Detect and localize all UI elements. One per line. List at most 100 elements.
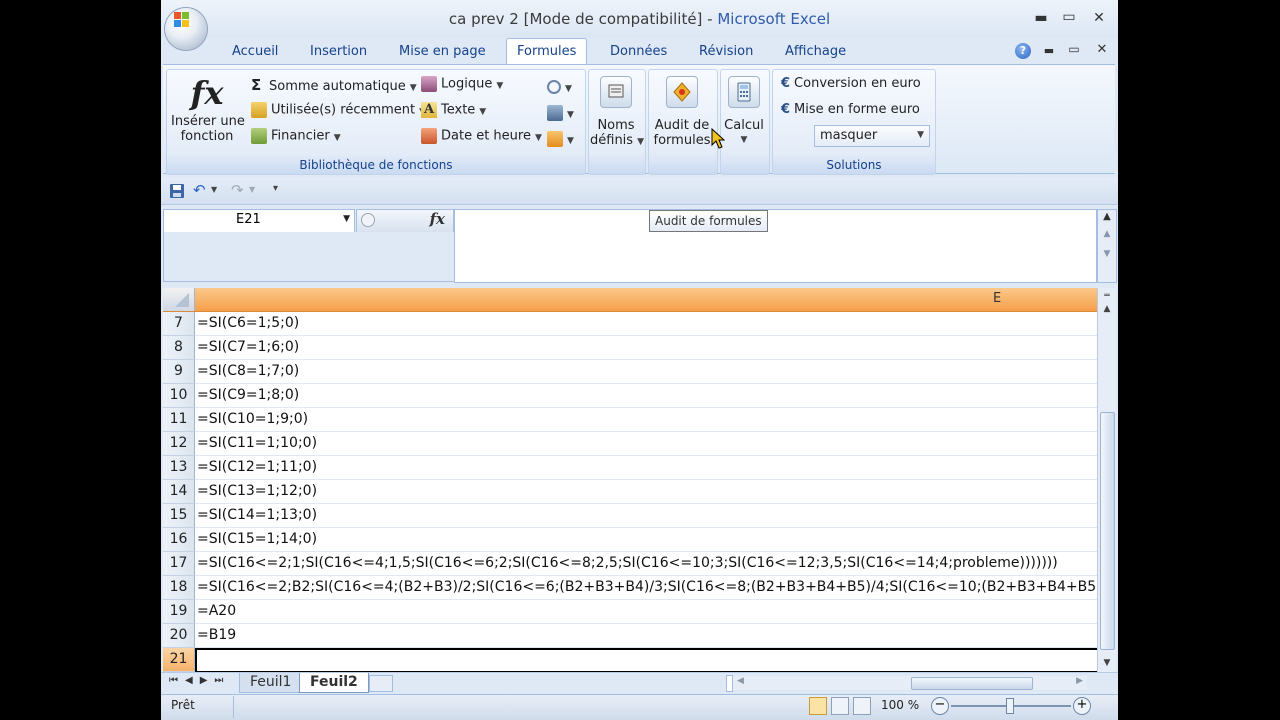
tab-revision[interactable]: Révision (699, 44, 753, 59)
application-title: Microsoft Excel (717, 10, 831, 28)
row-header[interactable]: 9 (163, 360, 195, 384)
name-box[interactable]: E21 ▼ (163, 209, 355, 233)
defined-names-button[interactable]: Noms définis ▼ (590, 74, 644, 150)
scroll-right-icon[interactable]: ▶ (1076, 676, 1083, 686)
financial-button[interactable]: Financier ▼ (251, 128, 341, 144)
row-header[interactable]: 7 (163, 312, 195, 336)
minimize-button[interactable]: ▬ (1029, 10, 1053, 26)
scroll-thumb[interactable] (1100, 412, 1115, 650)
date-time-button[interactable]: Date et heure ▼ (421, 128, 542, 144)
table-row[interactable]: =SI(C8=1;7;0) (195, 360, 1099, 384)
text-button[interactable]: A Texte ▼ (421, 102, 486, 118)
table-row[interactable]: =SI(C16<=2;B2;SI(C16<=4;(B2+B3)/2;SI(C16… (195, 576, 1099, 600)
page-break-view-icon[interactable] (853, 697, 871, 715)
sheet-tab-feuil2[interactable]: Feuil2 (299, 673, 369, 693)
scroll-up-icon[interactable]: ▲ (1098, 304, 1116, 314)
sheet-nav-icons[interactable]: ⏮◀▶⏭ (169, 675, 230, 686)
row-header[interactable]: 19 (163, 600, 195, 624)
right-edge (1118, 0, 1120, 720)
table-row[interactable]: =SI(C14=1;13;0) (195, 504, 1099, 528)
horizontal-scrollbar[interactable]: ◀ ▶ (733, 676, 1087, 690)
math-trig-button[interactable]: ▼ (547, 102, 574, 121)
zoom-in-icon[interactable]: + (1073, 697, 1091, 715)
undo-icon[interactable]: ↶ (193, 181, 206, 199)
chevron-down-icon[interactable]: ▼ (343, 214, 350, 224)
tab-donnees[interactable]: Données (610, 44, 667, 59)
scroll-up-icon[interactable]: ▲ (1098, 224, 1116, 244)
row-header[interactable]: 16 (163, 528, 195, 552)
table-row[interactable]: =SI(C9=1;8;0) (195, 384, 1099, 408)
scroll-down-icon[interactable]: ▼ (1098, 244, 1116, 264)
logical-button[interactable]: Logique ▼ (421, 76, 503, 92)
table-row[interactable]: =A20 (195, 600, 1099, 624)
row-header[interactable]: 13 (163, 456, 195, 480)
row-header[interactable]: 18 (163, 576, 195, 600)
page-layout-view-icon[interactable] (831, 697, 849, 715)
customize-qat-icon[interactable]: ▾ (273, 183, 278, 194)
tab-accueil[interactable]: Accueil (232, 44, 278, 59)
undo-dropdown-icon[interactable]: ▼ (211, 185, 217, 194)
formula-auditing-label-2: formules (653, 133, 711, 148)
collapse-formula-bar-icon[interactable]: ▲ (1098, 210, 1116, 224)
chevron-down-icon: ▼ (409, 83, 417, 93)
normal-view-icon[interactable] (809, 697, 827, 715)
split-box-icon[interactable]: ═ (1098, 288, 1116, 304)
table-row[interactable]: =SI(C15=1;14;0) (195, 528, 1099, 552)
insert-function-icon[interactable]: fx (430, 210, 445, 228)
sheet-tab-feuil1[interactable]: Feuil1 (239, 673, 303, 693)
formula-auditing-button[interactable]: Audit de formules (650, 74, 714, 148)
column-header-e[interactable]: E (993, 291, 1001, 306)
close-button[interactable]: ✕ (1087, 10, 1111, 26)
tab-mise-en-page[interactable]: Mise en page (399, 44, 486, 59)
insert-sheet-icon[interactable] (369, 675, 393, 692)
table-row[interactable]: =SI(C13=1;12;0) (195, 480, 1099, 504)
select-all-button[interactable] (163, 288, 195, 311)
name-box-value: E21 (236, 212, 261, 227)
row-header[interactable]: 11 (163, 408, 195, 432)
autosum-button[interactable]: Σ Somme automatique ▼ (251, 76, 417, 94)
resize-handle-icon[interactable] (361, 213, 375, 227)
hscroll-thumb[interactable] (911, 677, 1033, 690)
save-icon[interactable] (169, 183, 185, 199)
table-row[interactable]: =SI(C6=1;5;0) (195, 312, 1099, 336)
lookup-button[interactable]: ▼ (547, 76, 572, 95)
euro-conversion-button[interactable]: € Conversion en euro (781, 76, 921, 91)
scroll-down-icon[interactable]: ▼ (1098, 658, 1116, 668)
row-header[interactable]: 15 (163, 504, 195, 528)
table-row[interactable]: =B19 (195, 624, 1099, 648)
zoom-level[interactable]: 100 % (881, 698, 919, 712)
euro-format-button[interactable]: € Mise en forme euro (781, 102, 920, 117)
table-row[interactable]: =SI(C10=1;9;0) (195, 408, 1099, 432)
table-row[interactable]: =SI(C7=1;6;0) (195, 336, 1099, 360)
tab-formules[interactable]: Formules (506, 38, 588, 65)
more-functions-button[interactable]: ▼ (547, 128, 574, 147)
row-header[interactable]: 8 (163, 336, 195, 360)
tab-insertion[interactable]: Insertion (310, 44, 367, 59)
row-header[interactable]: 20 (163, 624, 195, 648)
row-header[interactable]: 10 (163, 384, 195, 408)
euro-display-dropdown[interactable]: masquer ▼ (814, 125, 930, 147)
formula-input[interactable] (454, 209, 1097, 283)
row-header[interactable]: 21 (163, 648, 195, 672)
row-header[interactable]: 14 (163, 480, 195, 504)
doc-minimize-button[interactable]: ▬ (1037, 44, 1061, 57)
table-row[interactable] (195, 648, 1103, 673)
row-header[interactable]: 17 (163, 552, 195, 576)
table-row[interactable]: =SI(C12=1;11;0) (195, 456, 1099, 480)
row-header[interactable]: 12 (163, 432, 195, 456)
insert-function-button[interactable]: fx Insérer une fonction (171, 72, 245, 150)
zoom-out-icon[interactable]: − (931, 697, 949, 715)
vertical-scrollbar[interactable]: ═ ▲ ▼ (1097, 288, 1116, 672)
scroll-left-icon[interactable]: ◀ (737, 676, 744, 686)
doc-restore-button[interactable]: ▭ (1062, 42, 1086, 56)
zoom-slider-thumb[interactable] (1006, 698, 1014, 714)
table-row[interactable]: =SI(C11=1;10;0) (195, 432, 1099, 456)
doc-close-button[interactable]: ✕ (1090, 42, 1114, 57)
recently-used-button[interactable]: Utilisée(s) récemment▼ (251, 102, 426, 118)
tab-affichage[interactable]: Affichage (785, 44, 846, 59)
maximize-button[interactable]: ▭ (1057, 9, 1081, 25)
tab-split-handle[interactable] (726, 675, 733, 692)
calculation-button[interactable]: Calcul ▼ (722, 74, 766, 148)
help-icon[interactable]: ? (1015, 43, 1031, 59)
table-row[interactable]: =SI(C16<=2;1;SI(C16<=4;1,5;SI(C16<=6;2;S… (195, 552, 1099, 576)
